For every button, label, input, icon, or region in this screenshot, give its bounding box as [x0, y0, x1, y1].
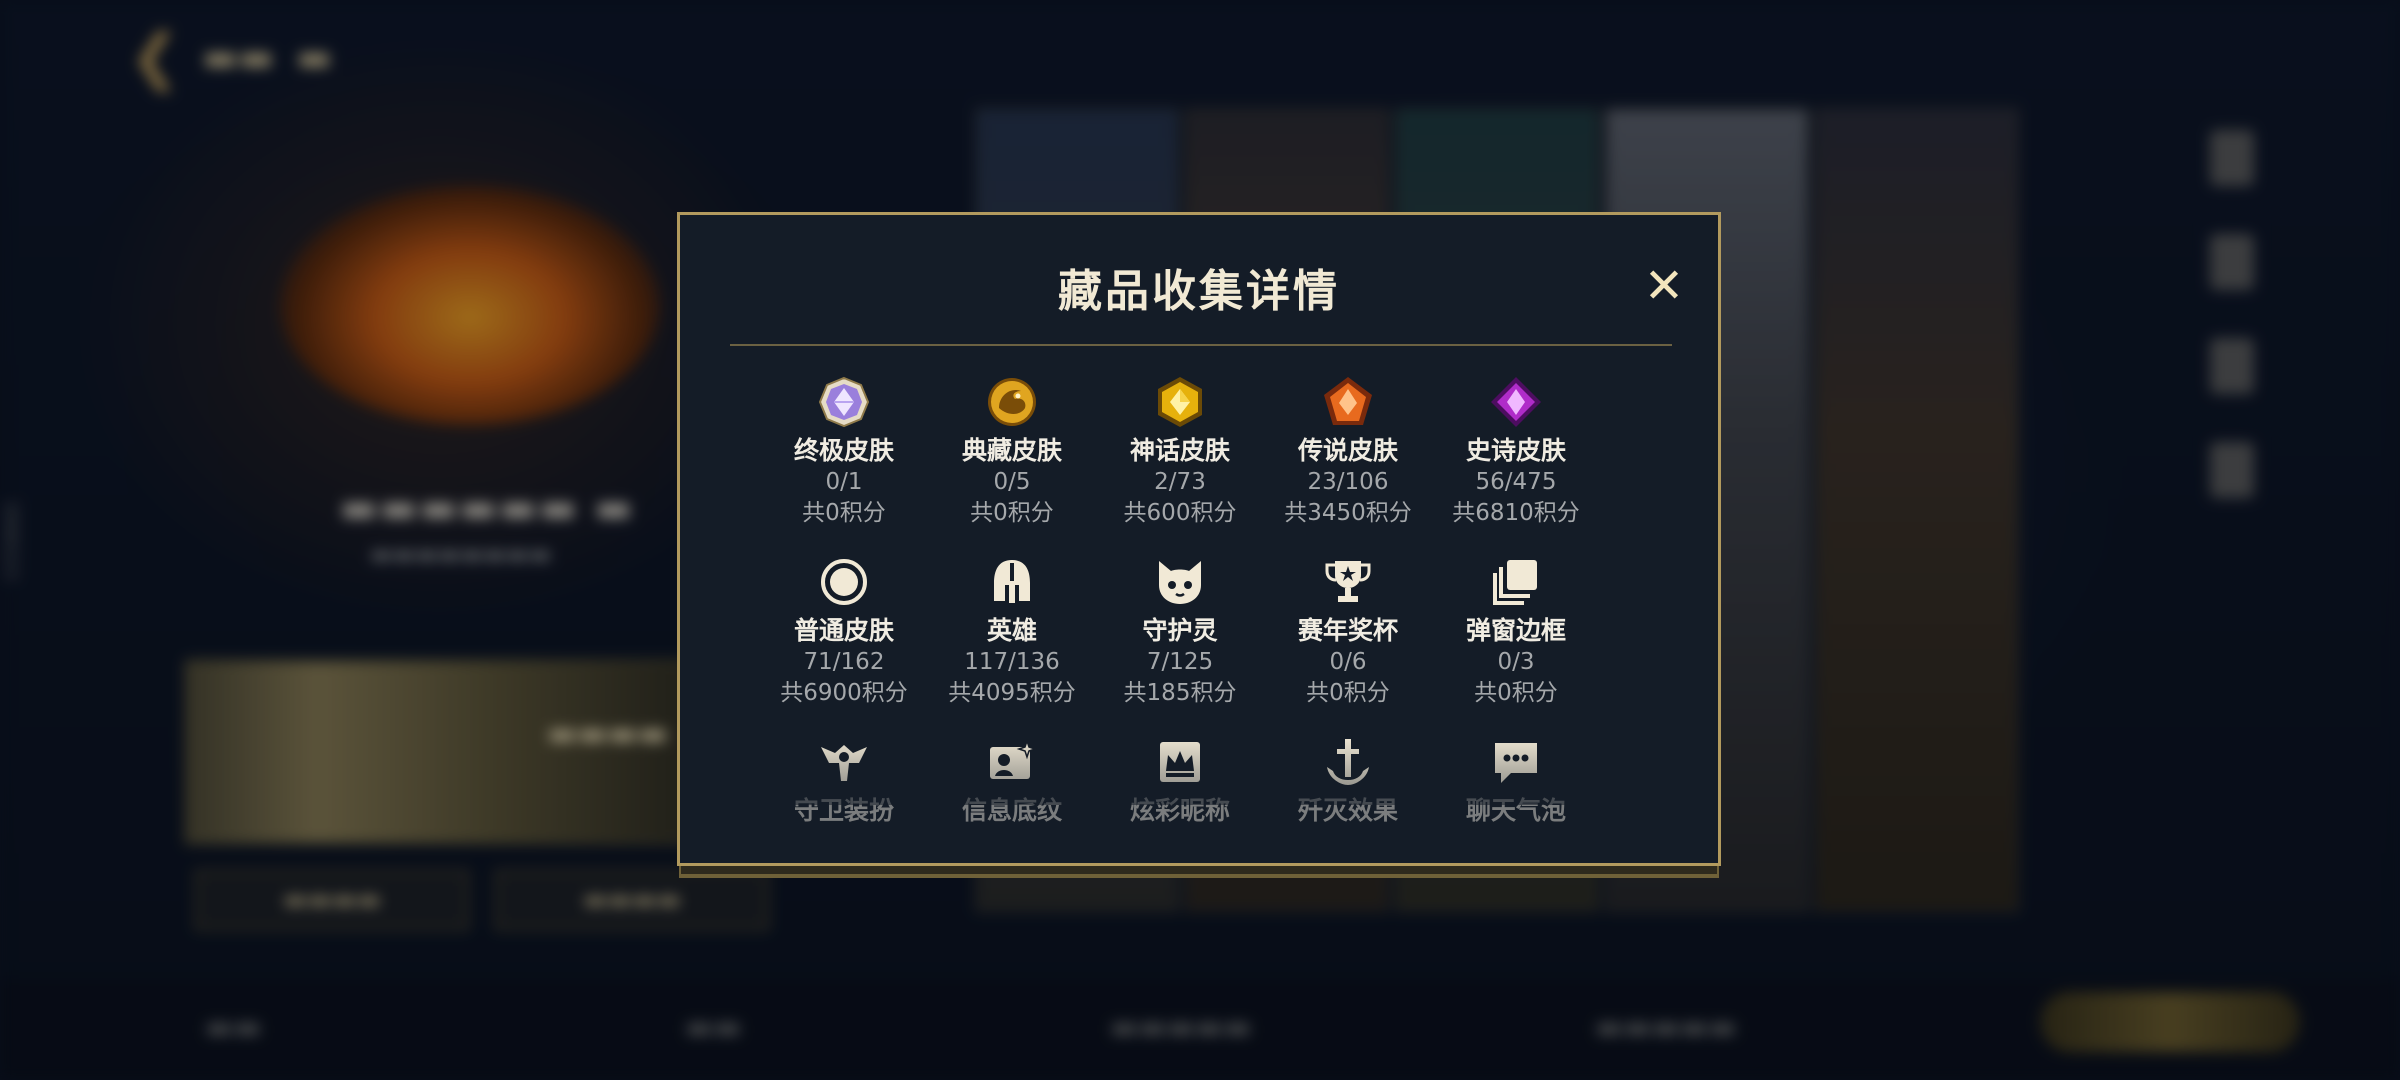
- item-label: 歼灭效果: [1297, 796, 1398, 825]
- item-points: 共185积分: [1123, 680, 1237, 706]
- trophy-icon: [1321, 555, 1375, 609]
- item-points: 共3450积分: [1284, 500, 1412, 526]
- collection-item-ward[interactable]: 守卫装扮: [760, 735, 928, 827]
- item-label: 守卫装扮: [793, 796, 894, 825]
- circle-icon: [817, 555, 871, 609]
- collection-item-guardian[interactable]: 守护灵 7/125 共185积分: [1096, 555, 1264, 709]
- item-count: 0/6: [1329, 649, 1367, 675]
- ultimate-skin-icon: [817, 375, 871, 429]
- item-points: 共0积分: [1474, 680, 1558, 706]
- collection-item-chat-bubble[interactable]: 聊天气泡: [1432, 735, 1600, 827]
- helmet-icon: [985, 555, 1039, 609]
- item-count: 0/1: [825, 469, 863, 495]
- dialog-title: 藏品收集详情: [1058, 266, 1340, 317]
- collection-item-mythic[interactable]: 神话皮肤 2/73 共600积分: [1096, 375, 1264, 529]
- dragon-emblem-icon: [985, 375, 1039, 429]
- collection-item-trophy[interactable]: 赛年奖杯 0/6 共0积分: [1264, 555, 1432, 709]
- item-points: 共0积分: [802, 500, 886, 526]
- legendary-gem-icon: [1321, 375, 1375, 429]
- collection-item-epic[interactable]: 史诗皮肤 56/475 共6810积分: [1432, 375, 1600, 529]
- collection-grid: 终极皮肤 0/1 共0积分 典藏皮肤 0/5 共0积分 神话皮肤 2/73 共6…: [760, 375, 1600, 827]
- guardian-spirit-icon: [1153, 555, 1207, 609]
- mythic-gem-icon: [1153, 375, 1207, 429]
- item-points: 共600积分: [1123, 500, 1237, 526]
- anchor-sword-icon: [1321, 735, 1375, 789]
- item-label: 史诗皮肤: [1465, 436, 1566, 465]
- card-spark-icon: [985, 735, 1039, 789]
- epic-gem-icon: [1489, 375, 1543, 429]
- item-points: 共4095积分: [948, 680, 1076, 706]
- item-label: 炫彩昵称: [1129, 796, 1230, 825]
- item-count: 117/136: [964, 649, 1060, 675]
- item-count: 23/106: [1307, 469, 1389, 495]
- item-count: 2/73: [1154, 469, 1206, 495]
- collection-item-colored-nickname[interactable]: 炫彩昵称: [1096, 735, 1264, 827]
- item-count: 71/162: [803, 649, 885, 675]
- collection-item-ultimate[interactable]: 终极皮肤 0/1 共0积分: [760, 375, 928, 529]
- item-label: 神话皮肤: [1129, 436, 1230, 465]
- collection-item-popup-frame[interactable]: 弹窗边框 0/3 共0积分: [1432, 555, 1600, 709]
- collection-details-dialog: 藏品收集详情 ✕ 终极皮肤 0/1 共0积分 典藏皮肤 0/5 共0积分 神话皮…: [677, 212, 1721, 866]
- item-label: 赛年奖杯: [1297, 616, 1398, 645]
- collection-item-legendary[interactable]: 传说皮肤 23/106 共3450积分: [1264, 375, 1432, 529]
- item-points: 共6900积分: [780, 680, 908, 706]
- item-points: 共6810积分: [1452, 500, 1580, 526]
- item-label: 守护灵: [1142, 616, 1218, 645]
- item-label: 弹窗边框: [1465, 616, 1566, 645]
- crown-card-icon: [1153, 735, 1207, 789]
- collection-item-prestige[interactable]: 典藏皮肤 0/5 共0积分: [928, 375, 1096, 529]
- item-count: 0/5: [993, 469, 1031, 495]
- collection-item-annihilation-effect[interactable]: 歼灭效果: [1264, 735, 1432, 827]
- collection-item-common-skin[interactable]: 普通皮肤 71/162 共6900积分: [760, 555, 928, 709]
- collection-item-info-pattern[interactable]: 信息底纹: [928, 735, 1096, 827]
- item-label: 英雄: [986, 616, 1037, 645]
- item-label: 聊天气泡: [1465, 796, 1566, 825]
- ward-icon: [817, 735, 871, 789]
- item-label: 信息底纹: [961, 796, 1062, 825]
- title-divider: [730, 344, 1672, 346]
- item-label: 终极皮肤: [793, 436, 894, 465]
- item-count: 7/125: [1146, 649, 1214, 675]
- item-label: 典藏皮肤: [961, 436, 1062, 465]
- frames-icon: [1489, 555, 1543, 609]
- item-count: 56/475: [1475, 469, 1557, 495]
- collection-item-heroes[interactable]: 英雄 117/136 共4095积分: [928, 555, 1096, 709]
- item-label: 传说皮肤: [1297, 436, 1398, 465]
- item-count: 0/3: [1497, 649, 1535, 675]
- item-label: 普通皮肤: [793, 616, 894, 645]
- item-points: 共0积分: [1306, 680, 1390, 706]
- item-points: 共0积分: [970, 500, 1054, 526]
- chat-bubble-icon: [1489, 735, 1543, 789]
- close-button[interactable]: ✕: [1638, 260, 1690, 312]
